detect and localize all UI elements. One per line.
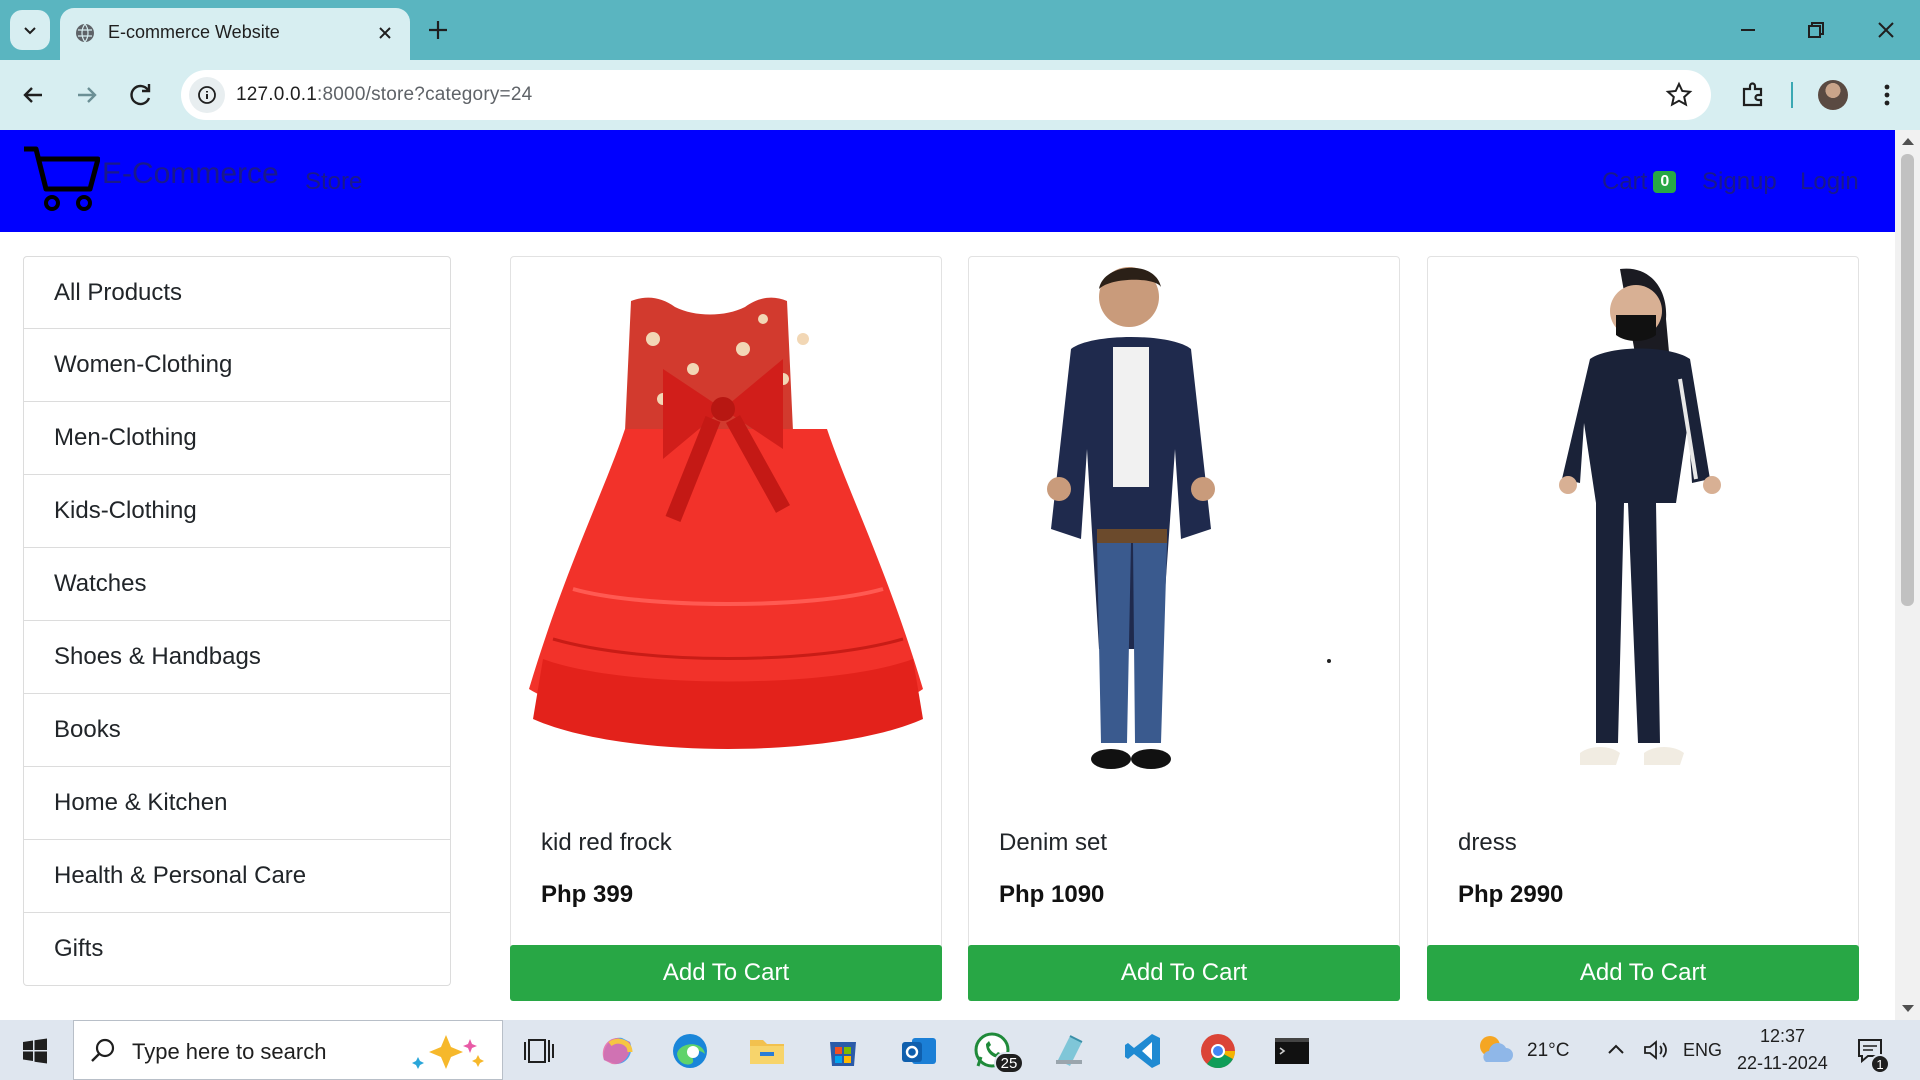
notification-count-badge: 1 (1870, 1054, 1890, 1074)
product-image-dress[interactable] (1430, 259, 1856, 799)
kebab-menu-icon[interactable] (1872, 80, 1902, 110)
nav-signup-link[interactable]: Signup (1702, 168, 1777, 196)
browser-tab[interactable]: E-commerce Website (60, 8, 410, 60)
category-women-clothing[interactable]: Women-Clothing (23, 329, 451, 402)
notification-count: 1 (1876, 1056, 1884, 1072)
globe-icon (76, 23, 94, 43)
product-name: kid red frock (541, 829, 672, 856)
speaker-volume-icon[interactable] (1642, 1038, 1668, 1062)
terminal-icon[interactable] (1271, 1030, 1313, 1072)
tab-title: E-commerce Website (108, 22, 280, 42)
product-image-red-frock[interactable] (513, 259, 939, 799)
category-gifts[interactable]: Gifts (23, 913, 451, 986)
weather-temperature[interactable]: 21°C (1527, 1040, 1569, 1062)
cart-label: Cart (1602, 168, 1648, 195)
clock-date[interactable]: 22-11-2024 (1737, 1053, 1828, 1074)
notepad-icon[interactable] (1048, 1030, 1090, 1072)
microsoft-store-icon[interactable] (822, 1030, 864, 1072)
product-name: dress (1458, 829, 1517, 856)
product-card: dress Php 2990 Add To Cart (1427, 256, 1859, 1001)
weather-partly-cloudy-icon[interactable] (1476, 1032, 1514, 1068)
add-to-cart-button[interactable]: Add To Cart (968, 945, 1400, 1001)
category-books[interactable]: Books (23, 694, 451, 767)
brand-name: E-Commerce (102, 157, 279, 190)
tab-search-button[interactable] (10, 10, 50, 50)
category-watches[interactable]: Watches (23, 548, 451, 621)
back-arrow-icon[interactable] (18, 80, 48, 110)
windows-start-icon[interactable] (22, 1038, 48, 1064)
category-list: All Products Women-Clothing Men-Clothing… (23, 256, 451, 986)
chevron-up-icon[interactable] (1606, 1040, 1626, 1060)
product-price: Php 399 (541, 881, 634, 908)
browser-toolbar: 127.0.0.1:8000/store?category=24 (0, 60, 1920, 130)
new-tab-plus-icon[interactable] (425, 17, 451, 43)
url-text[interactable]: 127.0.0.1:8000/store?category=24 (236, 84, 532, 106)
whatsapp-badge-count: 25 (1000, 1054, 1018, 1072)
profile-avatar[interactable] (1818, 80, 1848, 110)
chrome-icon[interactable] (1197, 1030, 1239, 1072)
page-scrollbar[interactable] (1895, 130, 1920, 1020)
search-icon (91, 1038, 115, 1062)
minimize-icon[interactable] (1734, 16, 1762, 44)
category-men-clothing[interactable]: Men-Clothing (23, 402, 451, 475)
product-name: Denim set (999, 829, 1108, 856)
scroll-thumb[interactable] (1901, 154, 1914, 606)
search-placeholder: Type here to search (132, 1039, 327, 1064)
edge-browser-icon[interactable] (669, 1030, 711, 1072)
site-navbar: E-Commerce Store Cart 0 Signup Login (0, 130, 1895, 232)
category-kids-clothing[interactable]: Kids-Clothing (23, 475, 451, 548)
category-health-personal-care[interactable]: Health & Personal Care (23, 840, 451, 913)
taskbar-search-box[interactable]: Type here to search (73, 1020, 503, 1080)
close-icon[interactable] (374, 22, 396, 44)
outlook-icon[interactable] (898, 1030, 940, 1072)
scroll-down-arrow-icon[interactable] (1902, 1005, 1914, 1012)
add-to-cart-button[interactable]: Add To Cart (510, 945, 942, 1001)
product-price: Php 1090 (999, 881, 1105, 908)
whatsapp-notification-badge: 25 (994, 1052, 1024, 1074)
product-image-denim-set[interactable] (971, 259, 1397, 799)
add-to-cart-button[interactable]: Add To Cart (1427, 945, 1859, 1001)
nav-cart-link[interactable]: Cart 0 (1602, 168, 1677, 196)
copilot-icon[interactable] (596, 1030, 638, 1072)
url-path: :8000/store?category=24 (317, 84, 533, 105)
product-card: kid red frock Php 399 Add To Cart (510, 256, 942, 1001)
category-home-kitchen[interactable]: Home & Kitchen (23, 767, 451, 840)
bookmark-star-icon[interactable] (1665, 81, 1693, 109)
file-explorer-icon[interactable] (746, 1030, 788, 1072)
url-host: 127.0.0.1 (236, 84, 318, 105)
language-indicator[interactable]: ENG (1683, 1040, 1722, 1061)
product-price: Php 2990 (1458, 881, 1564, 908)
clock-time[interactable]: 12:37 (1760, 1026, 1805, 1047)
reload-icon[interactable] (126, 80, 156, 110)
sparkle-icon (412, 1035, 484, 1069)
restore-icon[interactable] (1802, 16, 1830, 44)
category-all-products[interactable]: All Products (23, 256, 451, 329)
extensions-puzzle-icon[interactable] (1738, 80, 1768, 110)
windows-taskbar: Type here to search 25 21°C ENG 12:37 22… (0, 1020, 1920, 1080)
task-view-icon[interactable] (519, 1030, 561, 1072)
nav-login-link[interactable]: Login (1800, 168, 1859, 196)
category-shoes-handbags[interactable]: Shoes & Handbags (23, 621, 451, 694)
brand-link[interactable]: E-Commerce (22, 145, 279, 213)
cart-count-badge: 0 (1653, 171, 1677, 193)
scroll-up-arrow-icon[interactable] (1902, 138, 1914, 145)
browser-tab-bar: E-commerce Website (0, 0, 1920, 60)
page-viewport: E-Commerce Store Cart 0 Signup Login All … (0, 130, 1895, 1020)
forward-arrow-icon[interactable] (72, 80, 102, 110)
nav-store-link[interactable]: Store (305, 168, 362, 196)
vscode-icon[interactable] (1122, 1030, 1164, 1072)
shopping-cart-icon (24, 146, 100, 211)
chevron-down-icon (24, 27, 36, 35)
site-info-icon[interactable] (189, 77, 225, 113)
address-bar[interactable]: 127.0.0.1:8000/store?category=24 (181, 70, 1711, 120)
window-close-icon[interactable] (1872, 16, 1900, 44)
product-card: Denim set Php 1090 Add To Cart (968, 256, 1400, 1001)
toolbar-divider (1791, 82, 1793, 108)
